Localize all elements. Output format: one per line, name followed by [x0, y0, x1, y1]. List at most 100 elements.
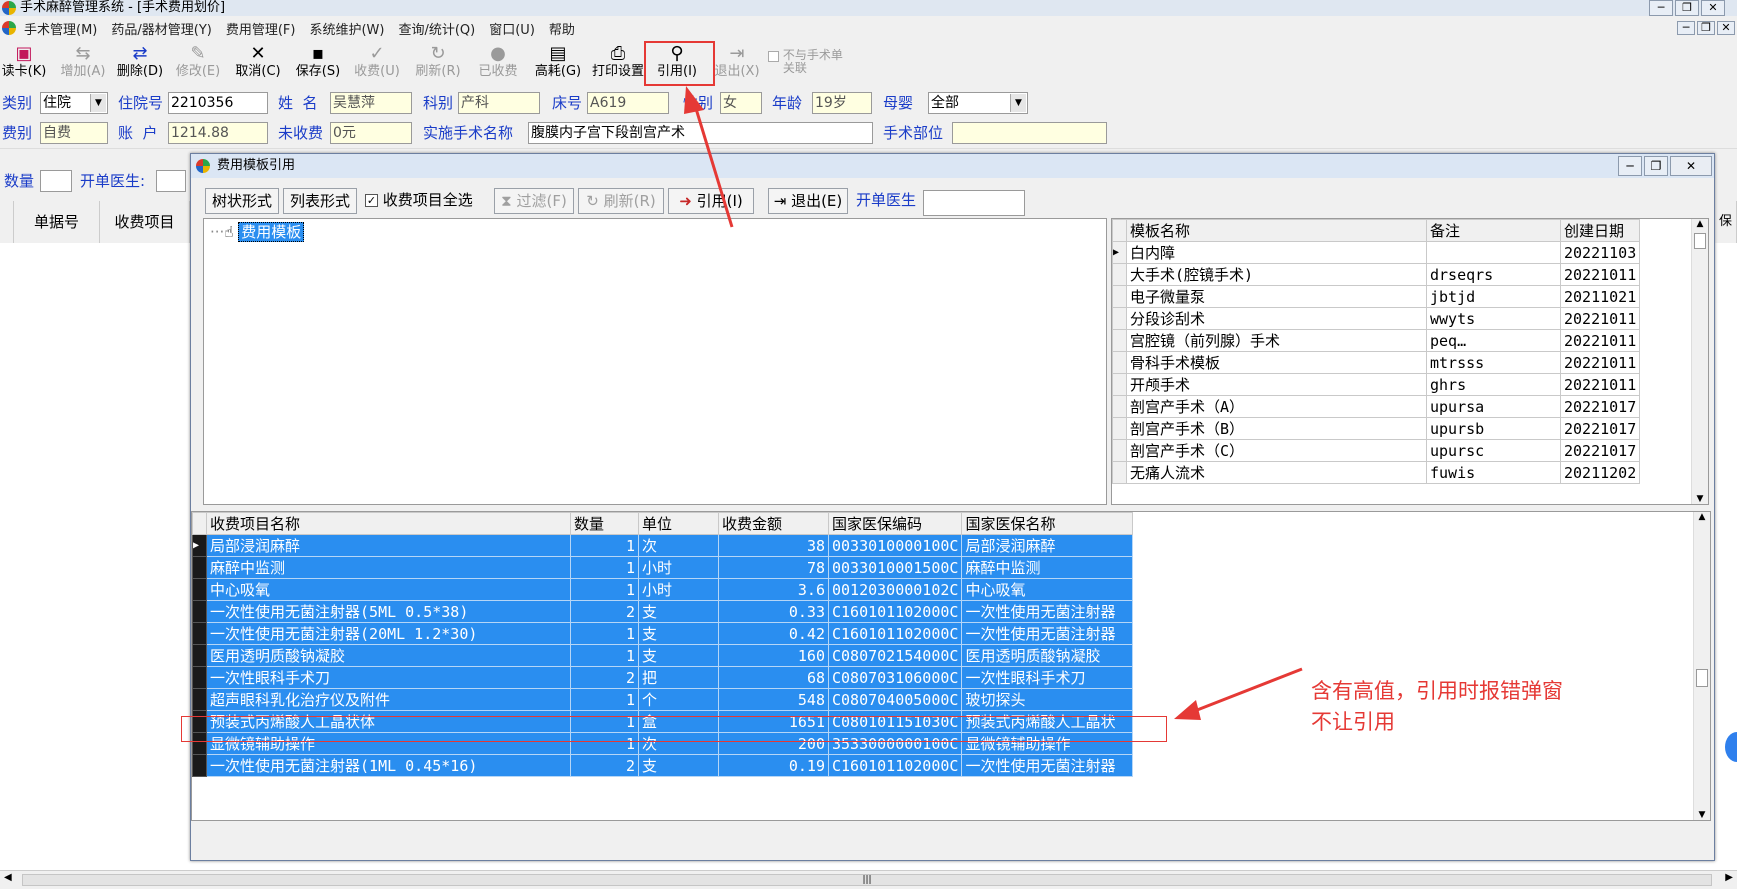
template-name-cell[interactable]: 无痛人流术 — [1126, 461, 1427, 484]
dept-field[interactable]: 产科 — [458, 92, 540, 114]
fee-ins-cell[interactable]: 麻醉中监测 — [961, 556, 1134, 579]
restore-button[interactable]: ❐ — [1675, 0, 1699, 16]
fee-name-cell[interactable]: 一次性眼科手术刀 — [206, 666, 571, 689]
fee-amount-cell[interactable]: 38 — [718, 534, 829, 557]
mdi-close-button[interactable]: ✕ — [1717, 21, 1735, 35]
row-indicator[interactable] — [192, 644, 207, 667]
surgery-name-field[interactable]: 腹膜内子宫下段剖宫产术 — [528, 122, 873, 144]
template-date-cell[interactable]: 20221011 — [1559, 307, 1641, 330]
row-indicator[interactable] — [192, 578, 207, 601]
fee-code-cell[interactable]: C080702154000C — [827, 644, 963, 667]
fee-unit-cell[interactable]: 支 — [638, 622, 719, 645]
assistant-bubble-icon[interactable] — [1725, 732, 1737, 762]
row-indicator[interactable] — [1112, 285, 1127, 308]
template-date-cell[interactable]: 20221017 — [1559, 395, 1641, 418]
menu-query[interactable]: 查询/统计(Q) — [398, 19, 475, 38]
template-name-cell[interactable]: 白内障 — [1126, 241, 1427, 264]
template-note-cell[interactable]: upursc — [1426, 439, 1561, 462]
fee-unit-cell[interactable]: 个 — [638, 688, 719, 711]
unlink-checkbox-box[interactable] — [768, 51, 779, 62]
select-all-fee-items[interactable]: ✓ 收费项目全选 — [365, 188, 495, 214]
template-date-cell[interactable]: 20211202 — [1559, 461, 1641, 484]
select-all-checkbox[interactable]: ✓ — [365, 194, 378, 207]
surgery-site-field[interactable] — [952, 122, 1107, 144]
exit-button[interactable]: ⇥ 退出(X) — [712, 43, 762, 85]
col-fee-qty[interactable]: 数量 — [570, 512, 639, 535]
fee-ins-cell[interactable]: 一次性使用无菌注射器 — [961, 600, 1134, 623]
tab-list-view[interactable]: 列表形式 — [283, 188, 357, 214]
fee-qty-cell[interactable]: 1 — [570, 644, 639, 667]
category-select[interactable]: 住院 ▼ — [40, 92, 108, 114]
template-name-cell[interactable]: 剖宫产手术（B） — [1126, 417, 1427, 440]
menu-help[interactable]: 帮助 — [549, 19, 575, 38]
fee-item-row[interactable]: 一次性眼科手术刀 2 把 68 C080703106000C 一次性眼科手术刀 — [192, 666, 1134, 689]
template-name-cell[interactable]: 大手术(腔镜手术) — [1126, 263, 1427, 286]
row-indicator[interactable] — [192, 754, 207, 777]
fee-code-cell[interactable]: 0033010000100C — [827, 534, 963, 557]
dialog-minimize-button[interactable]: ─ — [1618, 156, 1642, 176]
template-note-cell[interactable]: ghrs — [1426, 373, 1561, 396]
mdi-minimize-button[interactable]: ─ — [1677, 21, 1695, 35]
col-template-date[interactable]: 创建日期 — [1559, 219, 1641, 242]
fee-type-field[interactable]: 自费 — [40, 122, 108, 144]
minimize-button[interactable]: ─ — [1649, 0, 1673, 16]
menu-drugs[interactable]: 药品/器材管理(Y) — [111, 19, 211, 38]
template-date-cell[interactable]: 20221017 — [1559, 439, 1641, 462]
filter-button[interactable]: ⧗ 过滤(F) — [494, 188, 574, 214]
fee-unit-cell[interactable]: 支 — [638, 754, 719, 777]
fee-name-cell[interactable]: 麻醉中监测 — [206, 556, 571, 579]
row-indicator[interactable] — [1112, 395, 1127, 418]
col-ins-code[interactable]: 国家医保编码 — [827, 512, 963, 535]
fee-ins-cell[interactable]: 局部浸润麻醉 — [961, 534, 1134, 557]
fee-unit-cell[interactable]: 次 — [638, 534, 719, 557]
dialog-close-button[interactable]: ✕ — [1670, 156, 1712, 176]
fee-item-row[interactable]: ▶ 局部浸润麻醉 1 次 38 0033010000100C 局部浸润麻醉 — [192, 534, 1134, 557]
fee-scroll-thumb[interactable] — [1696, 669, 1708, 687]
row-indicator[interactable]: ▶ — [1112, 241, 1127, 264]
col-fee-unit[interactable]: 单位 — [638, 512, 719, 535]
delete-button[interactable]: ⇄ 删除(D) — [115, 43, 165, 85]
fee-qty-cell[interactable]: 1 — [570, 622, 639, 645]
template-note-cell[interactable] — [1426, 241, 1561, 264]
tab-tree-view[interactable]: 树状形式 — [205, 188, 279, 214]
template-date-cell[interactable]: 20211021 — [1559, 285, 1641, 308]
scroll-left-icon[interactable]: ◀ — [4, 872, 12, 883]
template-row[interactable]: 剖宫产手术（A） upursa 20221017 — [1112, 395, 1641, 418]
template-name-cell[interactable]: 电子微量泵 — [1126, 285, 1427, 308]
fee-ins-cell[interactable]: 一次性使用无菌注射器 — [961, 622, 1134, 645]
row-indicator[interactable] — [192, 600, 207, 623]
dialog-quote-button[interactable]: ➜ 引用(I) — [668, 188, 754, 214]
template-date-cell[interactable]: 20221011 — [1559, 351, 1641, 374]
fee-amount-cell[interactable]: 68 — [718, 666, 829, 689]
col-ins-name[interactable]: 国家医保名称 — [961, 512, 1134, 535]
fee-amount-cell[interactable]: 160 — [718, 644, 829, 667]
fee-name-cell[interactable]: 超声眼科乳化治疗仪及附件 — [206, 688, 571, 711]
unpaid-field[interactable]: 0元 — [330, 122, 412, 144]
template-name-cell[interactable]: 剖宫产手术（C） — [1126, 439, 1427, 462]
col-template-note[interactable]: 备注 — [1426, 219, 1561, 242]
unlink-surgery-checkbox[interactable]: 不与手术单 关联 — [768, 49, 864, 91]
fee-ins-cell[interactable]: 玻切探头 — [961, 688, 1134, 711]
high-value-button[interactable]: ▤ 高耗(G) — [532, 43, 584, 85]
row-indicator[interactable]: ▶ — [192, 534, 207, 557]
mdi-restore-button[interactable]: ❐ — [1697, 21, 1715, 35]
dialog-restore-button[interactable]: ❐ — [1644, 156, 1668, 176]
template-name-cell[interactable]: 骨科手术模板 — [1126, 351, 1427, 374]
template-date-cell[interactable]: 20221103 — [1559, 241, 1641, 264]
col-fee-amount[interactable]: 收费金额 — [718, 512, 829, 535]
fee-unit-cell[interactable]: 支 — [638, 644, 719, 667]
template-note-cell[interactable]: upursa — [1426, 395, 1561, 418]
template-date-cell[interactable]: 20221017 — [1559, 417, 1641, 440]
fee-item-row[interactable]: 中心吸氧 1 小时 3.6 0012030000102C 中心吸氧 — [192, 578, 1134, 601]
fee-amount-cell[interactable]: 0.42 — [718, 622, 829, 645]
fee-qty-cell[interactable]: 1 — [570, 556, 639, 579]
template-row[interactable]: 骨科手术模板 mtrsss 20221011 — [1112, 351, 1641, 374]
bed-field[interactable]: A619 — [587, 92, 669, 114]
fee-item-row[interactable]: 一次性使用无菌注射器(20ML 1.2*30) 1 支 0.42 C1601011020… — [192, 622, 1134, 645]
template-name-cell[interactable]: 分段诊刮术 — [1126, 307, 1427, 330]
menu-system[interactable]: 系统维护(W) — [309, 19, 384, 38]
fee-name-cell[interactable]: 一次性使用无菌注射器(5ML 0.5*38) — [206, 600, 571, 623]
fee-qty-cell[interactable]: 2 — [570, 600, 639, 623]
fee-code-cell[interactable]: C160101102000C — [827, 600, 963, 623]
fee-item-row[interactable]: 一次性使用无菌注射器(5ML 0.5*38) 2 支 0.33 C16010110200… — [192, 600, 1134, 623]
